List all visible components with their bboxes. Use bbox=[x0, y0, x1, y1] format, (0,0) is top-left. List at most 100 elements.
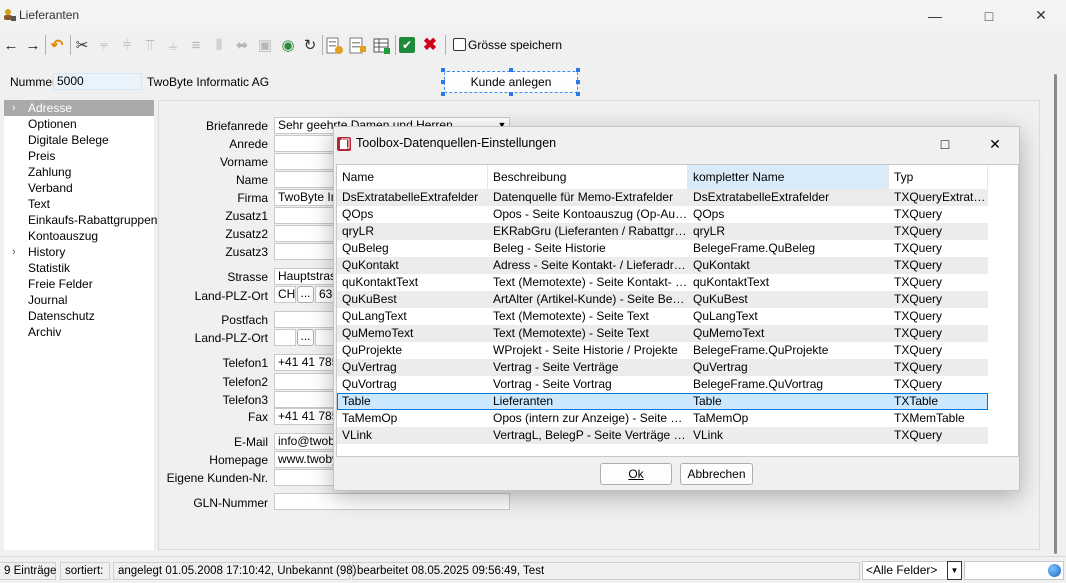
globe-search-icon[interactable] bbox=[1048, 564, 1061, 577]
nav-item[interactable]: Verband bbox=[4, 180, 154, 196]
spacing-icon[interactable]: ⫴ bbox=[208, 34, 230, 56]
telefon3-label: Telefon3 bbox=[222, 393, 268, 407]
save-size-checkbox[interactable] bbox=[453, 38, 466, 51]
eigene-kunden-nr-field[interactable] bbox=[274, 469, 334, 486]
nav-item[interactable]: › Adresse bbox=[4, 100, 154, 116]
nav-item[interactable]: Journal bbox=[4, 292, 154, 308]
nav-item[interactable]: › History bbox=[4, 244, 154, 260]
table-row[interactable]: TaMemOp Opos (intern zur Anzeige) - Seite… bbox=[337, 410, 988, 427]
chevron-right-icon[interactable]: › bbox=[12, 244, 16, 260]
nav-item[interactable]: Optionen bbox=[4, 116, 154, 132]
nav-item-label: Journal bbox=[28, 293, 68, 307]
close-icon[interactable]: ✕ bbox=[1018, 0, 1064, 31]
land-field[interactable]: CH bbox=[274, 286, 296, 303]
nav-item[interactable]: Digitale Belege bbox=[4, 132, 154, 148]
minimize-icon[interactable]: — bbox=[912, 0, 958, 31]
nav-item[interactable]: Einkaufs-Rabattgruppen bbox=[4, 212, 157, 228]
plz-2-field[interactable] bbox=[315, 329, 335, 346]
table-row[interactable]: DsExtratabelleExtrafelder Datenquelle für… bbox=[337, 189, 988, 206]
company-name-text: TwoByte Informatic AG bbox=[147, 75, 270, 89]
gln-nummer-field[interactable] bbox=[274, 493, 510, 510]
anrede-field[interactable] bbox=[274, 135, 334, 152]
close-icon[interactable]: ✕ bbox=[980, 133, 1010, 155]
align-top-icon[interactable]: ⫩ bbox=[116, 34, 138, 56]
telefon2-field[interactable] bbox=[274, 373, 334, 390]
land-lookup-button[interactable]: ... bbox=[297, 286, 314, 303]
nav-item[interactable]: Preis bbox=[4, 148, 154, 164]
nav-item[interactable]: Datenschutz bbox=[4, 308, 154, 324]
nav-item[interactable]: Freie Felder bbox=[4, 276, 154, 292]
firma-field[interactable]: TwoByte Inf bbox=[274, 189, 334, 206]
strasse-field[interactable]: Hauptstrass bbox=[274, 268, 334, 285]
ok-button[interactable]: Ok bbox=[600, 463, 672, 485]
homepage-field[interactable]: www.twoby bbox=[274, 451, 334, 468]
maximize-icon[interactable]: □ bbox=[966, 0, 1012, 31]
name-field[interactable] bbox=[274, 171, 334, 188]
zusatz2-field[interactable] bbox=[274, 225, 334, 242]
nav-item-label: Freie Felder bbox=[28, 277, 93, 291]
column-header[interactable]: Name bbox=[337, 165, 488, 189]
chevron-down-icon[interactable]: ▼ bbox=[947, 561, 962, 580]
table-row[interactable]: VLink VertragL, BelegP - Seite Verträge (… bbox=[337, 427, 988, 444]
table-row[interactable]: QuMemoText Text (Memotexte) - Seite Text Q… bbox=[337, 325, 988, 342]
align-bottom-icon[interactable]: ⫪ bbox=[139, 34, 161, 56]
table-row[interactable]: QuLangText Text (Memotexte) - Seite Text Q… bbox=[337, 308, 988, 325]
cancel-x-icon[interactable]: ✖ bbox=[419, 34, 441, 56]
table-row[interactable]: QuVertrag Vertrag - Seite Verträge QuVertr… bbox=[337, 359, 988, 376]
nav-item[interactable]: Archiv bbox=[4, 324, 154, 340]
undo-icon[interactable]: ↶ bbox=[46, 34, 68, 56]
selection-handle bbox=[441, 92, 445, 96]
window-scrollbar[interactable] bbox=[1050, 62, 1062, 554]
table-row[interactable]: QOps Opos - Seite Kontoauszug (Op-Ausw...… bbox=[337, 206, 988, 223]
table-row[interactable]: QuKontakt Adress - Seite Kontakt- / Liefe… bbox=[337, 257, 988, 274]
maximize-icon[interactable]: □ bbox=[930, 133, 960, 155]
fax-field[interactable]: +41 41 785 bbox=[274, 408, 334, 425]
land-2-lookup-button[interactable]: ... bbox=[297, 329, 314, 346]
distribute-icon[interactable]: ⬌ bbox=[231, 34, 253, 56]
email-field[interactable]: info@twoby bbox=[274, 433, 334, 450]
table-row[interactable]: quKontaktText Text (Memotexte) - Seite Ko… bbox=[337, 274, 988, 291]
table-row[interactable]: QuVortrag Vortrag - Seite Vortrag BelegeFr… bbox=[337, 376, 988, 393]
postfach-field[interactable] bbox=[274, 311, 334, 328]
table-row[interactable]: qryLR EKRabGru (Lieferanten / Rabattgrup.… bbox=[337, 223, 988, 240]
zusatz1-field[interactable] bbox=[274, 207, 334, 224]
table-row[interactable]: QuKuBest ArtAlter (Artikel-Kunde) - Seite… bbox=[337, 291, 988, 308]
settings-list-icon[interactable] bbox=[326, 37, 344, 55]
nav-item[interactable]: Zahlung bbox=[4, 164, 154, 180]
zusatz3-field[interactable] bbox=[274, 243, 334, 260]
table-cell: QuLangText bbox=[342, 309, 407, 323]
table-row[interactable]: QuProjekte WProjekt - Seite Historie / Pr… bbox=[337, 342, 988, 359]
nav-item[interactable]: Text bbox=[4, 196, 154, 212]
align-left-icon[interactable]: ⫧ bbox=[93, 34, 115, 56]
column-header[interactable]: Typ bbox=[889, 165, 988, 189]
telefon3-field[interactable] bbox=[274, 391, 334, 408]
edit-document-icon[interactable] bbox=[349, 37, 367, 55]
table-add-icon[interactable] bbox=[373, 37, 391, 55]
center-vertical-icon[interactable]: ≡ bbox=[185, 34, 207, 56]
scrollbar-thumb[interactable] bbox=[1054, 74, 1057, 554]
telefon1-field[interactable]: +41 41 785 bbox=[274, 354, 334, 371]
cancel-button[interactable]: Abbrechen bbox=[680, 463, 753, 485]
nummer-field[interactable]: 5000 bbox=[53, 73, 142, 90]
nav-item[interactable]: Statistik bbox=[4, 260, 154, 276]
back-arrow-icon[interactable]: ← bbox=[0, 34, 22, 56]
selection-handle bbox=[509, 92, 513, 96]
scissors-icon[interactable]: ✂ bbox=[71, 34, 93, 56]
lock-icon[interactable]: ▣ bbox=[254, 34, 276, 56]
create-customer-button[interactable]: Kunde anlegen bbox=[444, 71, 578, 93]
land-2-field[interactable] bbox=[274, 329, 296, 346]
chevron-right-icon[interactable]: › bbox=[12, 100, 16, 116]
plz-field[interactable]: 630 bbox=[315, 286, 335, 303]
table-row[interactable]: QuBeleg Beleg - Seite Historie BelegeFrame… bbox=[337, 240, 988, 257]
save-check-icon[interactable]: ✔ bbox=[399, 37, 415, 53]
field-filter-select[interactable]: <Alle Felder> bbox=[862, 561, 948, 580]
vorname-field[interactable] bbox=[274, 153, 334, 170]
nav-item[interactable]: Kontoauszug bbox=[4, 228, 154, 244]
align-right-icon[interactable]: ⫨ bbox=[162, 34, 184, 56]
eye-icon[interactable]: ◉ bbox=[277, 34, 299, 56]
forward-arrow-icon[interactable]: → bbox=[22, 34, 44, 56]
column-header[interactable]: kompletter Name bbox=[688, 165, 889, 189]
column-header[interactable]: Beschreibung bbox=[488, 165, 688, 189]
table-row[interactable]: Table Lieferanten Table TXTable bbox=[337, 393, 988, 410]
refresh-icon[interactable]: ↻ bbox=[299, 34, 321, 56]
